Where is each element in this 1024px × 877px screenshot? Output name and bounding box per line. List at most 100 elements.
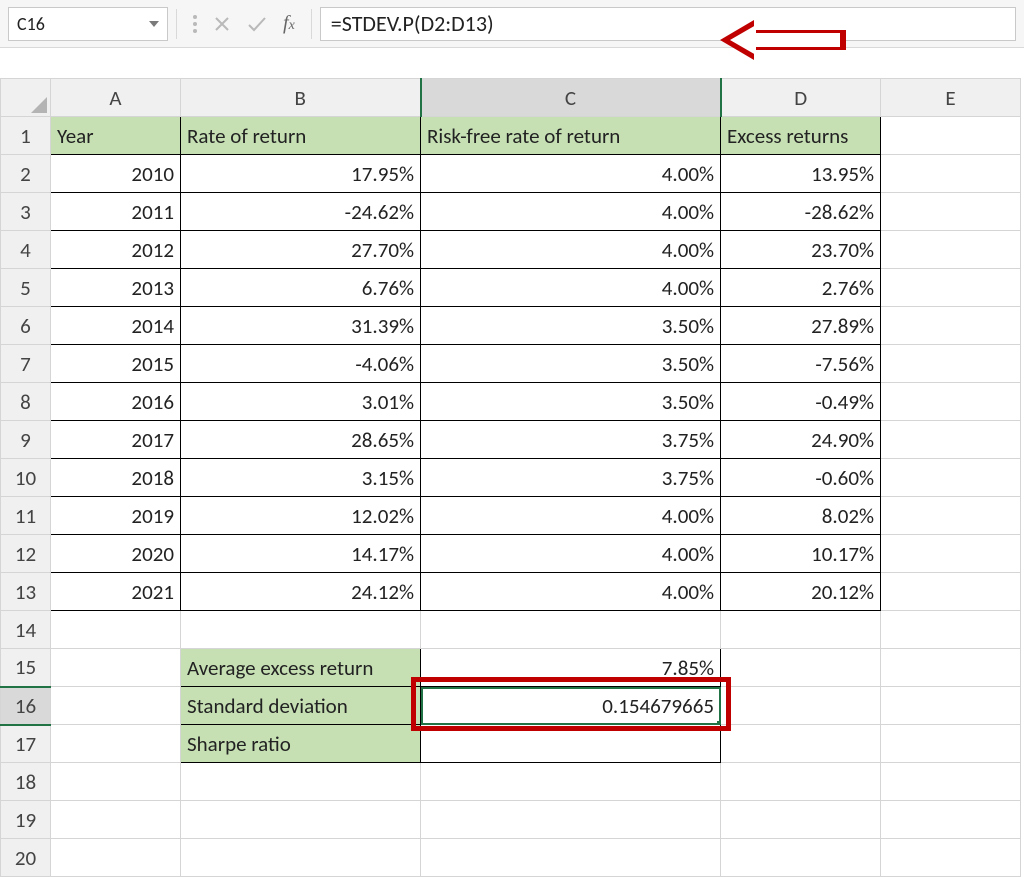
row-header-15[interactable]: 15: [1, 649, 51, 687]
cell-E17[interactable]: [881, 725, 1021, 763]
cell-B19[interactable]: [181, 801, 421, 839]
row-header-13[interactable]: 13: [1, 573, 51, 611]
cell-E2[interactable]: [881, 155, 1021, 193]
cell-C11[interactable]: 4.00%: [421, 497, 721, 535]
cell-D12[interactable]: 10.17%: [721, 535, 881, 573]
cell-E4[interactable]: [881, 231, 1021, 269]
cell-C3[interactable]: 4.00%: [421, 193, 721, 231]
cell-D4[interactable]: 23.70%: [721, 231, 881, 269]
cell-A15[interactable]: [51, 649, 181, 687]
cell-E5[interactable]: [881, 269, 1021, 307]
cell-A12[interactable]: 2020: [51, 535, 181, 573]
row-header-3[interactable]: 3: [1, 193, 51, 231]
cell-A1[interactable]: Year: [51, 117, 181, 155]
name-box[interactable]: C16: [8, 7, 168, 41]
row-header-11[interactable]: 11: [1, 497, 51, 535]
row-header-12[interactable]: 12: [1, 535, 51, 573]
row-header-6[interactable]: 6: [1, 307, 51, 345]
cell-B1[interactable]: Rate of return: [181, 117, 421, 155]
cell-A11[interactable]: 2019: [51, 497, 181, 535]
row-header-4[interactable]: 4: [1, 231, 51, 269]
cell-B4[interactable]: 27.70%: [181, 231, 421, 269]
cell-A9[interactable]: 2017: [51, 421, 181, 459]
cell-D2[interactable]: 13.95%: [721, 155, 881, 193]
cell-E1[interactable]: [881, 117, 1021, 155]
cell-D7[interactable]: -7.56%: [721, 345, 881, 383]
cell-D18[interactable]: [721, 763, 881, 801]
cell-E6[interactable]: [881, 307, 1021, 345]
cell-D5[interactable]: 2.76%: [721, 269, 881, 307]
column-header-D[interactable]: D: [721, 79, 881, 117]
row-header-18[interactable]: 18: [1, 763, 51, 801]
cancel-icon[interactable]: [213, 15, 231, 33]
more-icon[interactable]: [193, 15, 197, 33]
cell-B8[interactable]: 3.01%: [181, 383, 421, 421]
cell-C1[interactable]: Risk-free rate of return: [421, 117, 721, 155]
cell-A18[interactable]: [51, 763, 181, 801]
row-header-5[interactable]: 5: [1, 269, 51, 307]
row-header-19[interactable]: 19: [1, 801, 51, 839]
cell-E12[interactable]: [881, 535, 1021, 573]
cell-E10[interactable]: [881, 459, 1021, 497]
cell-B14[interactable]: [181, 611, 421, 649]
cell-C8[interactable]: 3.50%: [421, 383, 721, 421]
cell-A16[interactable]: [51, 687, 181, 725]
row-header-8[interactable]: 8: [1, 383, 51, 421]
cell-C6[interactable]: 3.50%: [421, 307, 721, 345]
row-header-1[interactable]: 1: [1, 117, 51, 155]
cell-B17[interactable]: Sharpe ratio: [181, 725, 421, 763]
cell-A8[interactable]: 2016: [51, 383, 181, 421]
cell-A5[interactable]: 2013: [51, 269, 181, 307]
cell-B2[interactable]: 17.95%: [181, 155, 421, 193]
cell-D17[interactable]: [721, 725, 881, 763]
row-header-10[interactable]: 10: [1, 459, 51, 497]
cell-A3[interactable]: 2011: [51, 193, 181, 231]
cell-A7[interactable]: 2015: [51, 345, 181, 383]
cell-C16[interactable]: 0.154679665: [421, 687, 721, 725]
cell-C5[interactable]: 4.00%: [421, 269, 721, 307]
cell-B9[interactable]: 28.65%: [181, 421, 421, 459]
select-all-corner[interactable]: [1, 79, 51, 117]
cell-C20[interactable]: [421, 839, 721, 877]
cell-E14[interactable]: [881, 611, 1021, 649]
cell-E7[interactable]: [881, 345, 1021, 383]
row-header-7[interactable]: 7: [1, 345, 51, 383]
cell-A13[interactable]: 2021: [51, 573, 181, 611]
row-header-2[interactable]: 2: [1, 155, 51, 193]
cell-D14[interactable]: [721, 611, 881, 649]
cell-B3[interactable]: -24.62%: [181, 193, 421, 231]
cell-A10[interactable]: 2018: [51, 459, 181, 497]
cell-B11[interactable]: 12.02%: [181, 497, 421, 535]
fx-icon[interactable]: fx: [283, 12, 295, 35]
cell-D20[interactable]: [721, 839, 881, 877]
cell-E18[interactable]: [881, 763, 1021, 801]
cell-C2[interactable]: 4.00%: [421, 155, 721, 193]
cell-D16[interactable]: [721, 687, 881, 725]
cell-B5[interactable]: 6.76%: [181, 269, 421, 307]
spreadsheet[interactable]: ABCDE1YearRate of returnRisk-free rate o…: [0, 78, 1024, 877]
cell-D13[interactable]: 20.12%: [721, 573, 881, 611]
cell-B20[interactable]: [181, 839, 421, 877]
cell-C19[interactable]: [421, 801, 721, 839]
row-header-20[interactable]: 20: [1, 839, 51, 877]
cell-A2[interactable]: 2010: [51, 155, 181, 193]
cell-C15[interactable]: 7.85%: [421, 649, 721, 687]
cell-B18[interactable]: [181, 763, 421, 801]
cell-E8[interactable]: [881, 383, 1021, 421]
cell-D8[interactable]: -0.49%: [721, 383, 881, 421]
enter-icon[interactable]: [247, 15, 267, 33]
cell-B7[interactable]: -4.06%: [181, 345, 421, 383]
cell-B15[interactable]: Average excess return: [181, 649, 421, 687]
cell-D6[interactable]: 27.89%: [721, 307, 881, 345]
cell-B12[interactable]: 14.17%: [181, 535, 421, 573]
cell-E15[interactable]: [881, 649, 1021, 687]
cell-D9[interactable]: 24.90%: [721, 421, 881, 459]
column-header-B[interactable]: B: [181, 79, 421, 117]
cell-B10[interactable]: 3.15%: [181, 459, 421, 497]
cell-C10[interactable]: 3.75%: [421, 459, 721, 497]
row-header-14[interactable]: 14: [1, 611, 51, 649]
cell-A17[interactable]: [51, 725, 181, 763]
cell-B16[interactable]: Standard deviation: [181, 687, 421, 725]
cell-A4[interactable]: 2012: [51, 231, 181, 269]
name-box-dropdown-icon[interactable]: [149, 21, 159, 27]
